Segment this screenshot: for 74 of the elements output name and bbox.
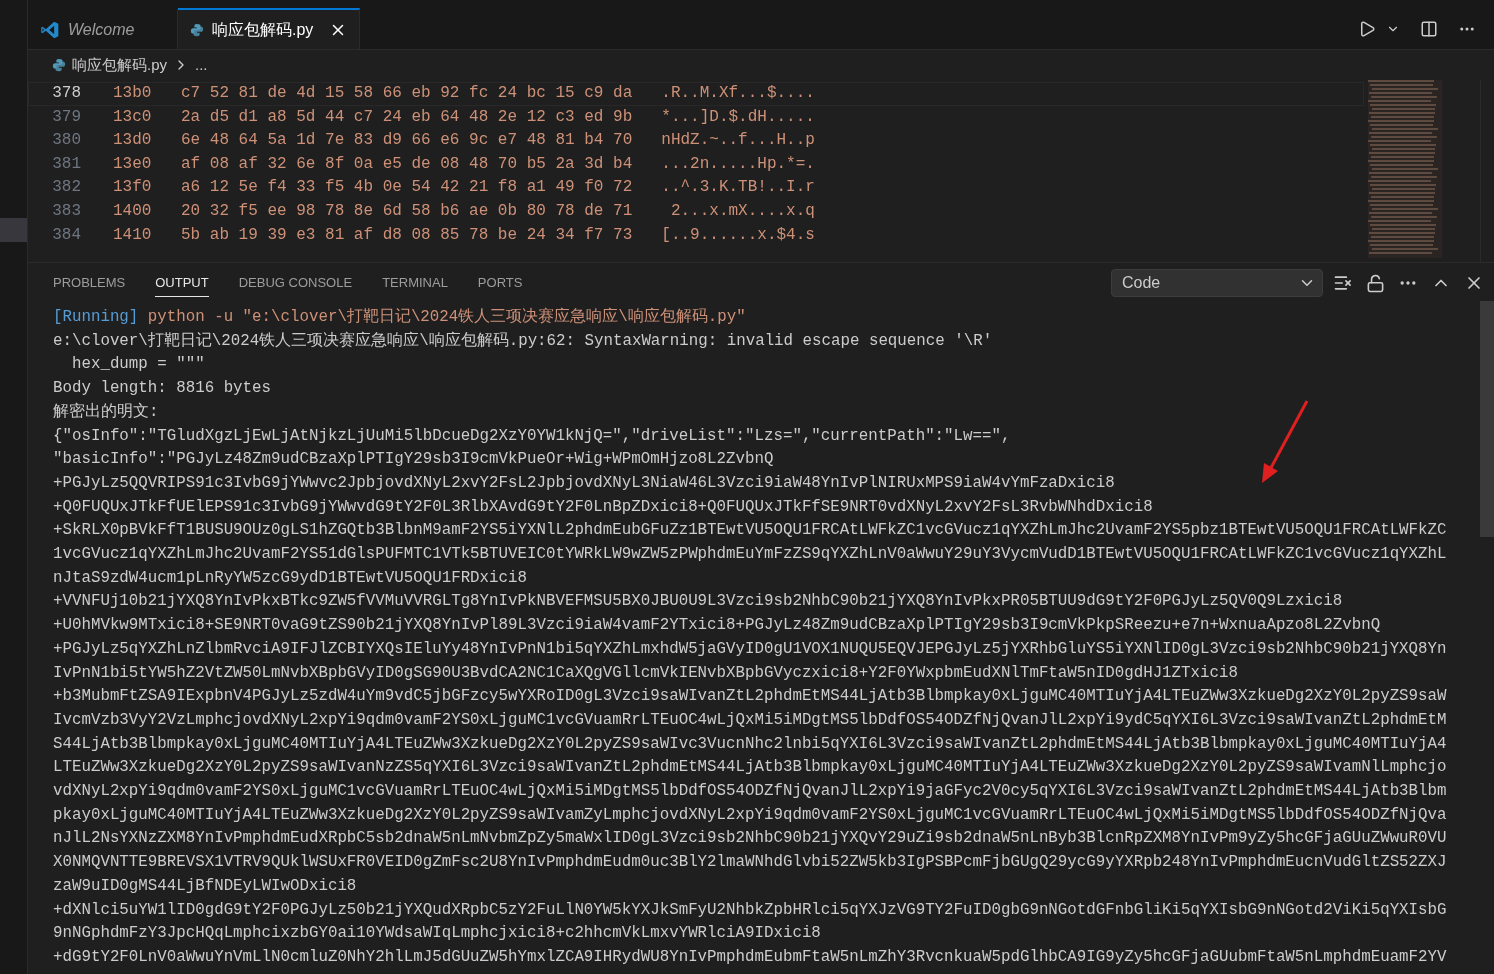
output-line: {"osInfo":"TGludXgzLjEwLjAtNjkzLjUuMi5lbDcueDg2XzY0YW1kNjQ=","driveList":"Lzs=","currentPath":"Lw==",: [53, 425, 1012, 447]
line-number: 383: [51, 200, 81, 222]
output-line: 9nNGphdmFzY3JpcHQqLmphcixzbGY0ai10YWdsaWIqLmphcjxici8+c2hhcmVkLmxvYWRlciA9IDxici8: [53, 923, 822, 945]
vscode-logo-icon: [40, 19, 60, 40]
hex-bytes: 6e 48 64 5a 1d 7e 83 d9 66 e6 9c e7 48 81 b4 70: [181, 130, 633, 152]
hex-offset: 13d0: [113, 130, 153, 152]
output-line: IvcmVzb3VyY2VzLmphcjovdXNyL2xpYi9qdm0vamF2YS0xLjguMC1vcGVuamRrLTEuOC4wLjQxMi5iMDgtMS5lbDdfOS54ODZfNjQvanJlL2xpYi9ydC5qYXI6L3Vzci9saWIvanZtL2phdmEtM: [53, 709, 1448, 731]
hex-offset: 1400: [113, 200, 153, 222]
output-line: 1vcGVucz1qYXZhLmJhc2UvamF2YS51dGlsPUFMTC1VTk5BTUVEIC0tYWRkLW9wZW5zPWphdmEuYmFzZS9qYXZhLnV0aWwuY29uY3VycmVudD1BTEwtVU5OQU1FRCAtLWFkZC1vcGVucz1qYXZhL: [53, 544, 1448, 566]
panel-tab[interactable]: PROBLEMS: [53, 269, 126, 297]
output-line: nJlL2NsYXNzZXM8YnIvPmphdmEudXRpbC5sb2dnaW5nLmNvbmZpZy5maWxlID0gL3Vzci9sb2NhbC90b21jYXQvY29uZi9sb2dnaW5nLnByb3BlcnRpZXM8YnIvPm9yZy5hcGFjaGUuZWwuR0VU: [53, 828, 1448, 850]
output-line: hex_dump = """: [70, 354, 206, 376]
line-number: 384: [51, 224, 81, 246]
panel-tab[interactable]: TERMINAL: [382, 269, 448, 297]
ascii-text: ..^.3.K.TB!..I.r: [661, 177, 815, 199]
panel-tab[interactable]: DEBUG CONSOLE: [238, 269, 353, 297]
output-line: +b3MubmFtZSA9IExpbnV4PGJyLz5zdW4uYm9vdC5jbGFzcy5wYXRoID0gL3Vzci9saWIvanZtL2phdmEtMS44LjAtb3Blbmpkay0xLjguMC40MTIuYjA4LTEuZWw3XzkueDg2XzY0L2pyZS9saW: [53, 686, 1448, 708]
output-line: zaW9uID0gMS44LjBfNDEyLWIwODxici8: [53, 875, 358, 897]
output-line: +U0hMVkw9MTxici8+SE9NRT0vaG9tZS90b21jYXQ8YnIvPl89L3Vzci9iaW4vamF2YTxici8+PGJyLz48Zm9udCBzaXplPTIgY29sb3I9cmVkPkpSReezu+e7n+WxnuaApzo8L2ZvbnQ: [53, 615, 1382, 637]
output-line: e:\clover\打靶日记\2024铁人三项决赛应急响应\响应包解码.py:62: SyntaxWarning: invalid escape sequence '\R': [53, 330, 994, 352]
output-line: +dG9tY2F0LnV0aWwuYnVmLlN0cmluZ0NhY2hlLmJ5dGUuZW5hYmxlZCA9IHRydWU8YnIvPmphdmEubmFtaW5nLmZhY3RvcnkuaW5pdGlhbCA9IG9yZy5hcGFjaGUubmFtaW5nLmphdmEuamF2YV: [53, 947, 1448, 968]
run-icon[interactable]: [1358, 19, 1376, 38]
status-tag: [Running]: [53, 306, 139, 330]
output-line: "basicInfo":"PGJyLz48Zm9udCBzaXplPTIgY29sb3I9cmVkPueOr+Wig+WPmOmHjzo8L2ZvbnQ: [53, 449, 775, 471]
hex-offset: 13f0: [113, 177, 153, 199]
python-icon: [52, 58, 66, 72]
hex-offset: 1410: [113, 224, 153, 246]
split-editor-icon[interactable]: [1420, 19, 1438, 38]
clear-output-icon[interactable]: [1333, 273, 1353, 293]
output-line: Body length: 8816 bytes: [53, 378, 273, 400]
hex-offset: 13b0: [113, 83, 153, 104]
panel-tab[interactable]: PORTS: [477, 269, 523, 297]
output-line: pkay0xLjguMC40MTIuYjA4LTEuZWw3XzkueDg2XzY0L2pyZS9saWIvamZyLmphcjovdXNyL2xpYi9qdm0vamF2YS0xLjguMC1vcGVuamRrLTEuOC4wLjQxMi5iMDgtMS5lbDdfOS54ODZfNjQva: [53, 804, 1448, 826]
output-line: +PGJyLz5QQVRIPS91c3IvbG9jYWwvc2JpbjovdXNyL2xvY2FsL2JpbjovdXNyL3NiaW46L3Vzci9iaW48YnIvPlNIRUxMPS9iaW4vYmFzaDxici8: [53, 472, 1116, 494]
output-line: X0NMQVNTTE9BREVSX1VTRV9QUklWSUxFR0VEID0gZmFsc2U8YnIvPmphdmEudm0uc3BlY2lmaWNhdGlvbi52ZW5kb3IgPSBPcmFjbGUgQ29ycG9yYXRpb248YnIvPmphdmEucnVudGltZS52ZXJ: [53, 852, 1448, 874]
output-line: LTEuZWw3XzkueDg2XzY0L2pyZS9saWIvanNzZS5qYXI6L3Vzci9saWIvanZtL2phdmEtMS44LjAtb3Blbmpkay0xLjguMC40MTIuYjA4LTEuZWw3XzkueDg2XzY0L2pyZS9saWIvamNlLmphcjo: [53, 757, 1448, 779]
line-number: 378: [51, 83, 81, 104]
output-line: +VVNFUj10b21jYXQ8YnIvPkxBTkc9ZW5fVVMuVVRGLTg8YnIvPkNBVEFMSU5BX0JBU0U9L3Vzci9sb2NhbC90b21jYXQ8YnIvPkxPR05BTUU9dG9tY2F0PGJyLz5QV0Q9Lzxici8: [53, 591, 1344, 613]
breadcrumb-item[interactable]: ...: [195, 53, 208, 77]
output-line: 解密出的明文:: [53, 401, 160, 423]
command-text: python -u "e:\clover\打靶日记\2024铁人三项决赛应急响应\响应包解码.py": [146, 306, 746, 328]
ascii-text: [..9......x.$4.s: [661, 224, 815, 246]
output-line: +Q0FUQUxJTkFfUElEPS91c3IvbG9jYWwvdG9tY2F0L3RlbXAvdG9tY2F0LnBpZDxici8+Q0FUQUxJTkFfSE9NRT0vdXNyL2xvY2FsL3RvbWNhdDxici8: [53, 496, 1154, 518]
line-number: 382: [51, 177, 81, 199]
breadcrumb-item[interactable]: 响应包解码.py: [72, 53, 167, 77]
lock-icon[interactable]: [1366, 273, 1385, 293]
ascii-text: *...]D.$.dH.....: [661, 106, 815, 128]
editor-tab[interactable]: 响应包解码.py: [178, 8, 361, 49]
hex-bytes: a6 12 5e f4 33 f5 4b 0e 54 42 21 f8 a1 49 f0 72: [181, 177, 633, 199]
scrollbar-thumb[interactable]: [1480, 301, 1494, 537]
hex-bytes: 5b ab 19 39 e3 81 af d8 08 85 78 be 24 34 f7 73: [181, 224, 633, 246]
hex-bytes: 20 32 f5 ee 98 78 8e 6d 58 b6 ae 0b 80 78 de 71: [181, 200, 633, 222]
output-line: +dXNlci5uYW1lID0gdG9tY2F0PGJyLz50b21jYXQudXRpbC5zY2FuLlN0YW5kYXJkSmFyU2NhbkZpbHRlci5qYXJzVG9TY2FuID0gbG9nNGotdGFnbGliKi5qYXIsbG9nNGotd2ViKi5qYXIsbG: [53, 899, 1448, 921]
hex-bytes: af 08 af 32 6e 8f 0a e5 de 08 48 70 b5 2a 3d b4: [181, 153, 633, 175]
line-number: 379: [51, 106, 81, 128]
ascii-text: .R..M.Xf...$....: [661, 83, 815, 104]
python-icon: [190, 22, 204, 37]
hex-offset: 13c0: [113, 106, 153, 128]
output-line: nJtaS9zdW4ucm1pLnRyYW5zcG9ydD1BTEwtVU5OQU1FRDxici8: [53, 567, 528, 589]
line-number: 380: [51, 130, 81, 152]
ascii-text: 2...x.mX....x.q: [669, 200, 815, 222]
output-channel-select[interactable]: Code: [1111, 269, 1323, 297]
output-line: vdXNyL2xpYi9qdm0vamF2YS0xLjguMC1vcGVuamRrLTEuOC4wLjQxMi5iMDgtMS5lbDdfOS54ODZfNjQvanJlL2xpYi9jaGFyc2V0cy5qYXI6L3Vzci9saWIvanZtL2phdmEtMS44LjAtb3Blbm: [53, 781, 1448, 803]
output-line: +PGJyLz5qYXZhLnZlbmRvciA9IFJlZCBIYXQsIEluYy48YnIvPnN1bi5qYXZhLmxhdW5jaGVyID0gU1VOX1NUQU5EQVJEPGJyLz5jYXRhbGluYS5iYXNlID0gL3Vzci9sb2NhbC90b21jYXQ8Yn: [53, 638, 1448, 660]
output-line: IvPnN1bi5tYW5hZ2VtZW50LmNvbXBpbGVyID0gSG90U3BvdCA2NC1CaXQgVGllcmVkIENvbXBpbGVyczxici8+Y2F0YWxpbmEudXNlTmFtaW5nID0gdHJ1ZTxici8: [53, 662, 1239, 684]
panel-tab[interactable]: OUTPUT: [155, 269, 209, 297]
hex-bytes: 2a d5 d1 a8 5d 44 c7 24 eb 64 48 2e 12 c3 ed 9b: [181, 106, 633, 128]
hex-offset: 13e0: [113, 153, 153, 175]
line-number: 381: [51, 153, 81, 175]
hex-bytes: c7 52 81 de 4d 15 58 66 eb 92 fc 24 bc 15 c9 da: [181, 83, 633, 104]
ascii-text: ...2n.....Hp.*=.: [661, 153, 815, 175]
output-line: S44LjAtb3Blbmpkay0xLjguMC40MTIuYjA4LTEuZWw3XzkueDg2XzY0L2pyZS9saWIvc3VucnNhc2lnbi5qYXI6L3Vzci9saWIvanZtL2phdmEtMS44LjAtb3Blbmpkay0xLjguMC40MTIuYjA4: [53, 733, 1448, 755]
ascii-text: nHdZ.~..f...H..p: [661, 130, 815, 152]
output-line: +SkRLX0pBVkFfT1BUSU9OUz0gLS1hZGQtb3BlbnM9amF2YS5iYXNlL2phdmEubGFuZz1BTEwtVU5OQU1FRCAtLWFkZC1vcGVucz1qYXZhLmJhc2UvamF2YS5pbz1BTEwtVU5OQU1FRCAtLWFkZC: [53, 520, 1448, 542]
